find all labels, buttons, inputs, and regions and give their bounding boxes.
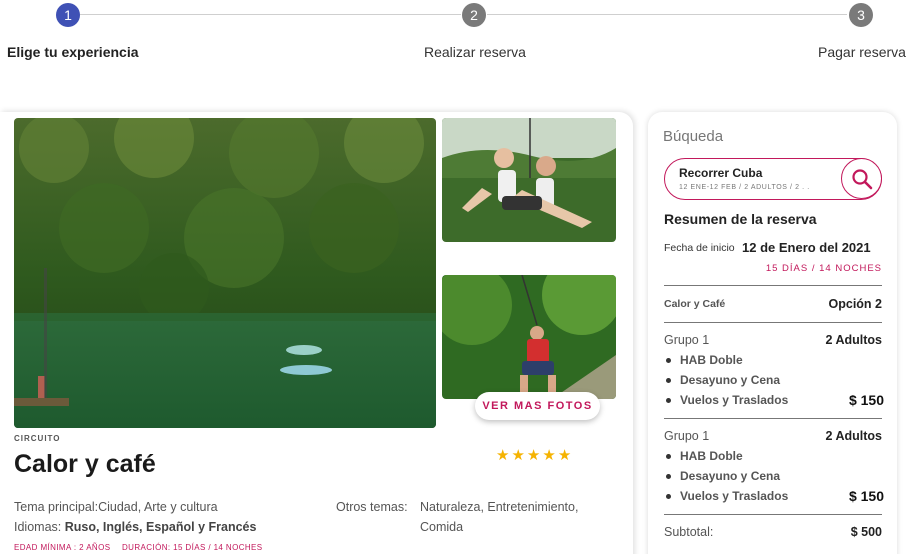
item-label: Desayuno y Cena — [680, 469, 781, 483]
star-icon: ★ — [557, 447, 572, 464]
item-label: HAB Doble — [680, 449, 743, 463]
group-name: Grupo 1 — [664, 429, 710, 443]
start-date-value: 12 de Enero del 2021 — [742, 240, 871, 255]
star-icon: ★ — [511, 447, 525, 464]
divider — [664, 418, 882, 419]
group-pax: 2 Adultos — [825, 429, 882, 443]
group-price: $ 150 — [848, 392, 884, 408]
step-2-indicator[interactable]: 2 — [462, 3, 486, 27]
product-name: Calor y Café — [664, 298, 726, 310]
group-items-list: HAB Doble Desayuno y Cena Vuelos y Trasl… — [664, 446, 884, 506]
list-item: HAB Doble — [664, 446, 884, 466]
bullet-icon — [666, 454, 671, 459]
item-label: Desayuno y Cena — [680, 373, 781, 387]
list-item: HAB Doble — [664, 350, 884, 370]
summary-title: Resumen de la reserva — [664, 211, 817, 227]
zipline-rider-photo[interactable] — [442, 275, 616, 399]
star-icon: ★ — [526, 447, 541, 464]
step-2-label[interactable]: Realizar reserva — [424, 44, 526, 60]
subtotal-label: Subtotal: — [664, 525, 714, 539]
star-icon: ★ — [496, 447, 510, 464]
step-3-label[interactable]: Pagar reserva — [818, 44, 906, 60]
list-item: Desayuno y Cena — [664, 466, 884, 486]
main-theme-label: Tema principal: — [14, 500, 99, 514]
other-themes-label: Otros temas: — [336, 500, 408, 514]
item-label: Vuelos y Traslados — [680, 393, 789, 407]
group-price: $ 150 — [848, 488, 884, 504]
divider — [664, 322, 882, 323]
booking-sidebar: Búqueda Recorrer Cuba 12 ENE-12 FEB / 2 … — [648, 112, 897, 554]
bullet-icon — [666, 494, 671, 499]
group-items-list: HAB Doble Desayuno y Cena Vuelos y Trasl… — [664, 350, 884, 410]
duration-tag: DURACIÓN: 15 DÍAS / 14 NOCHES — [122, 543, 263, 552]
search-input[interactable]: Recorrer Cuba 12 ENE-12 FEB / 2 ADULTOS … — [664, 158, 882, 200]
step-1-indicator[interactable]: 1 — [56, 3, 80, 27]
languages-value: Ruso, Inglés, Español y Francés — [64, 520, 257, 534]
main-lake-photo[interactable] — [14, 118, 436, 428]
tour-category: CIRCUITO — [14, 434, 61, 443]
divider — [664, 514, 882, 515]
main-theme-value: Ciudad, Arte y cultura — [98, 500, 218, 514]
product-option: Opción 2 — [828, 297, 882, 311]
other-themes-value-line-1: Naturaleza, Entretenimiento, — [420, 500, 579, 514]
search-button[interactable] — [841, 158, 882, 199]
step-1-label[interactable]: Elige tu experiencia — [7, 44, 139, 60]
subtotal-value: $ 500 — [850, 525, 882, 539]
stepper-connector — [487, 14, 847, 15]
search-summary: 12 ENE-12 FEB / 2 ADULTOS / 2 . . — [679, 184, 810, 191]
list-item: Vuelos y Traslados $ 150 — [664, 486, 884, 506]
booking-stepper: 1 2 3 Elige tu experiencia Realizar rese… — [0, 0, 907, 80]
item-label: Vuelos y Traslados — [680, 489, 789, 503]
sidebar-title: Búqueda — [663, 128, 724, 145]
star-icon: ★ — [542, 447, 556, 464]
other-themes-value-line-2: Comida — [420, 520, 464, 534]
zipline-couple-photo[interactable] — [442, 118, 616, 242]
bullet-icon — [666, 474, 671, 479]
group-name: Grupo 1 — [664, 333, 710, 347]
search-value[interactable]: Recorrer Cuba — [679, 166, 762, 180]
duration-summary: 15 DÍAS / 14 NOCHES — [765, 263, 882, 274]
bullet-icon — [666, 398, 671, 403]
list-item: Vuelos y Traslados $ 150 — [664, 390, 884, 410]
more-photos-button[interactable]: VER MAS FOTOS — [475, 392, 600, 420]
divider — [664, 285, 882, 286]
group-pax: 2 Adultos — [825, 333, 882, 347]
start-date-label: Fecha de inicio — [664, 242, 735, 254]
rating-stars: ★ ★ ★ ★ ★ — [496, 447, 571, 465]
languages: Idiomas: Ruso, Inglés, Español y Francés — [14, 520, 256, 534]
search-icon — [852, 169, 873, 190]
item-label: HAB Doble — [680, 353, 743, 367]
step-3-indicator[interactable]: 3 — [849, 3, 873, 27]
main-theme: Tema principal:Ciudad, Arte y cultura — [14, 500, 218, 514]
list-item: Desayuno y Cena — [664, 370, 884, 390]
stepper-connector — [80, 14, 461, 15]
tour-title: Calor y café — [14, 450, 156, 478]
min-age-tag: EDAD MÍNIMA : 2 AÑOS — [14, 543, 111, 552]
bullet-icon — [666, 358, 671, 363]
languages-label: Idiomas: — [14, 520, 62, 534]
bullet-icon — [666, 378, 671, 383]
